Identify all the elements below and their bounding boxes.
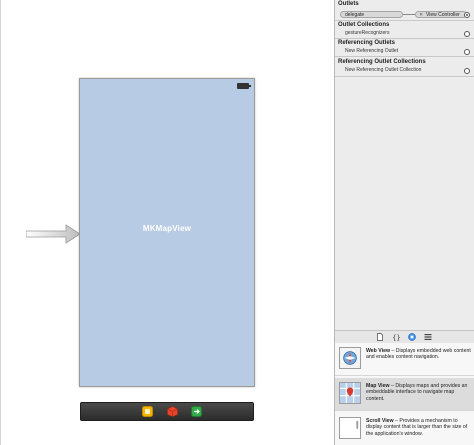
- outlet-connection-line: [403, 14, 415, 15]
- remove-connection-icon[interactable]: ✕: [419, 13, 423, 18]
- connection-circle-icon[interactable]: [464, 49, 470, 55]
- object-library-list: Web View – Displays embedded web content…: [335, 343, 474, 445]
- battery-icon: [237, 83, 251, 89]
- library-item-map-view[interactable]: Map View – Displays maps and provides an…: [335, 378, 474, 411]
- first-responder-icon[interactable]: [142, 406, 153, 417]
- map-view-title: Map View: [366, 383, 390, 389]
- exit-icon[interactable]: [191, 406, 202, 417]
- initial-scene-arrow-icon: [26, 224, 81, 244]
- divider: [335, 56, 474, 57]
- map-view-icon: [339, 382, 361, 404]
- scroll-view-description: Scroll View – Provides a mechanism to di…: [366, 418, 471, 437]
- new-referencing-outlet-collection-row[interactable]: New Referencing Outlet Collection: [335, 66, 474, 75]
- media-library-icon[interactable]: [424, 333, 432, 341]
- canvas-divider: [0, 0, 1, 445]
- outlet-connection-circle-icon[interactable]: [464, 12, 470, 18]
- web-view-description: Web View – Displays embedded web content…: [366, 348, 471, 361]
- outlet-target-label: View Controller: [426, 12, 460, 18]
- scroll-view-title: Scroll View: [366, 418, 394, 424]
- view-controller-scene[interactable]: MKMapView: [79, 78, 255, 387]
- scene-dock: [80, 402, 254, 421]
- new-referencing-outlet-collection-label: New Referencing Outlet Collection: [345, 67, 422, 73]
- web-view-icon: [339, 347, 361, 369]
- cube-icon[interactable]: [167, 406, 178, 417]
- library-item-scroll-view[interactable]: Scroll View – Provides a mechanism to di…: [335, 413, 474, 445]
- connection-circle-icon[interactable]: [464, 31, 470, 37]
- gesture-recognizers-label: gestureRecognizers: [345, 30, 390, 36]
- code-snippet-icon[interactable]: {}: [392, 333, 400, 341]
- new-referencing-outlet-row[interactable]: New Referencing Outlet: [335, 47, 474, 56]
- web-view-title: Web View: [366, 348, 391, 354]
- storyboard-canvas[interactable]: MKMapView: [0, 0, 334, 445]
- delegate-outlet[interactable]: delegate: [340, 11, 403, 18]
- divider: [335, 76, 474, 77]
- outlets-header: Outlets: [338, 1, 359, 7]
- scroll-view-icon: [339, 417, 361, 439]
- library-tab-bar: {}: [335, 330, 474, 344]
- object-library-icon[interactable]: [408, 333, 416, 341]
- connection-circle-icon[interactable]: [464, 68, 470, 74]
- svg-text:{}: {}: [392, 334, 400, 341]
- new-referencing-outlet-label: New Referencing Outlet: [345, 48, 399, 54]
- map-view-description: Map View – Displays maps and provides an…: [366, 383, 471, 402]
- file-template-icon[interactable]: [376, 333, 384, 341]
- map-view-label: MKMapView: [142, 224, 192, 233]
- connections-inspector: Outlets delegate ✕ View Controller Outle…: [334, 0, 474, 445]
- gesture-recognizers-row[interactable]: gestureRecognizers: [335, 29, 474, 38]
- outlet-target-view-controller[interactable]: ✕ View Controller: [415, 11, 467, 18]
- library-item-web-view[interactable]: Web View – Displays embedded web content…: [335, 343, 474, 376]
